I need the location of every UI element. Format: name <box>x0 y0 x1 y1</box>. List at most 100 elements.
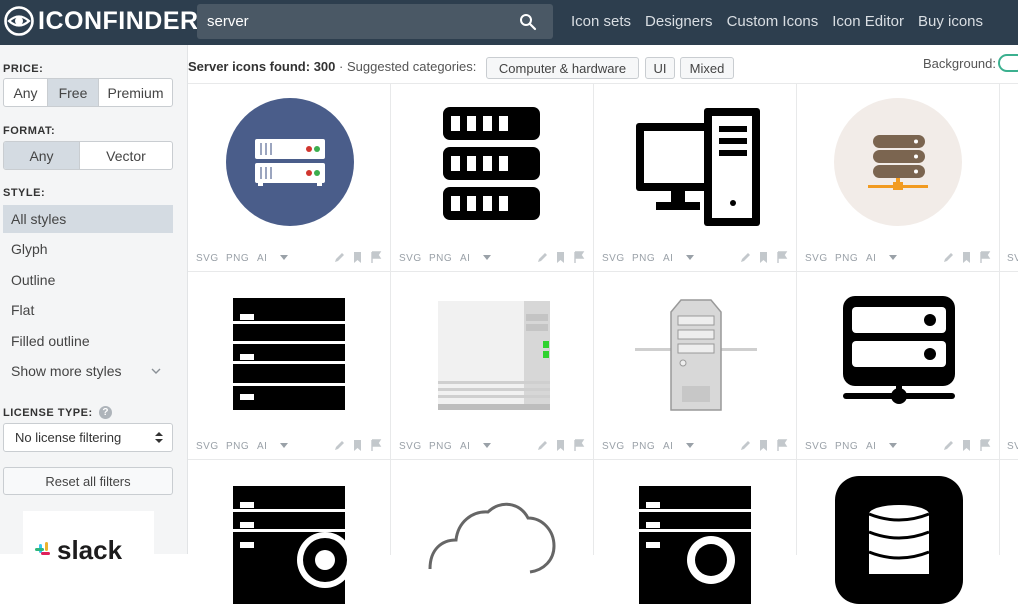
nav-icon-sets[interactable]: Icon sets <box>571 13 631 30</box>
edit-icon[interactable] <box>739 439 752 452</box>
icon-card[interactable]: SVG PNG AI <box>594 84 797 272</box>
style-outline[interactable]: Outline <box>3 266 173 294</box>
icon-card[interactable]: SVG PNG AI <box>188 272 391 460</box>
category-ui[interactable]: UI <box>645 57 675 79</box>
bookmark-icon[interactable] <box>757 251 770 264</box>
price-free-option[interactable]: Free <box>48 79 99 106</box>
logo[interactable]: ICONFINDER <box>4 6 199 36</box>
help-icon[interactable]: ? <box>99 406 113 419</box>
category-mixed[interactable]: Mixed <box>680 57 734 79</box>
background-toggle[interactable] <box>998 54 1018 72</box>
ai-download[interactable]: AI <box>257 253 267 264</box>
ai-download[interactable]: AI <box>663 441 673 452</box>
format-any-option[interactable]: Any <box>4 142 80 169</box>
icon-card[interactable]: SVG PNG AI <box>188 84 391 272</box>
svg-download[interactable]: SVG <box>602 253 625 264</box>
nav-icon-editor[interactable]: Icon Editor <box>832 13 904 30</box>
edit-icon[interactable] <box>739 251 752 264</box>
edit-icon[interactable] <box>333 439 346 452</box>
bookmark-icon[interactable] <box>960 439 973 452</box>
ai-download[interactable]: AI <box>257 441 267 452</box>
reset-filters-button[interactable]: Reset all filters <box>3 467 173 495</box>
style-glyph[interactable]: Glyph <box>3 235 173 263</box>
edit-icon[interactable] <box>333 251 346 264</box>
flag-icon[interactable] <box>370 439 383 452</box>
caret-down-icon[interactable] <box>483 255 491 261</box>
png-download[interactable]: PNG <box>429 441 452 452</box>
price-premium-option[interactable]: Premium <box>99 79 172 106</box>
icon-card[interactable] <box>797 460 1000 604</box>
price-any-option[interactable]: Any <box>4 79 48 106</box>
icon-card[interactable]: SVG PNG AI <box>391 84 594 272</box>
svg-download[interactable]: SVG <box>399 253 422 264</box>
caret-down-icon[interactable] <box>889 443 897 449</box>
icon-card[interactable] <box>391 460 594 574</box>
icon-card[interactable]: SVG PNG AI <box>594 272 797 460</box>
flag-icon[interactable] <box>979 439 992 452</box>
license-select[interactable]: No license filtering <box>3 423 173 452</box>
svg-download[interactable]: SVG <box>1007 441 1018 452</box>
ai-download[interactable]: AI <box>663 253 673 264</box>
edit-icon[interactable] <box>536 439 549 452</box>
search-icon[interactable] <box>519 13 537 31</box>
flag-icon[interactable] <box>573 439 586 452</box>
caret-down-icon[interactable] <box>686 255 694 261</box>
nav-buy-icons[interactable]: Buy icons <box>918 13 983 30</box>
search-input[interactable] <box>207 10 507 33</box>
svg-download[interactable]: SVG <box>399 441 422 452</box>
ai-download[interactable]: AI <box>866 441 876 452</box>
edit-icon[interactable] <box>942 251 955 264</box>
png-download[interactable]: PNG <box>835 253 858 264</box>
caret-down-icon[interactable] <box>280 443 288 449</box>
flag-icon[interactable] <box>979 251 992 264</box>
bookmark-icon[interactable] <box>554 439 567 452</box>
flag-icon[interactable] <box>370 251 383 264</box>
nav-designers[interactable]: Designers <box>645 13 713 30</box>
search-box[interactable] <box>197 4 553 39</box>
svg-download[interactable]: SVG <box>196 441 219 452</box>
caret-down-icon[interactable] <box>686 443 694 449</box>
ai-download[interactable]: AI <box>460 253 470 264</box>
png-download[interactable]: PNG <box>226 441 249 452</box>
svg-download[interactable]: SVG <box>805 441 828 452</box>
icon-card[interactable]: SVG PNG AI <box>391 272 594 460</box>
bookmark-icon[interactable] <box>554 251 567 264</box>
icon-card[interactable] <box>594 460 797 604</box>
png-download[interactable]: PNG <box>632 253 655 264</box>
svg-download[interactable]: SVG <box>196 253 219 264</box>
format-vector-option[interactable]: Vector <box>80 142 172 169</box>
png-download[interactable]: PNG <box>429 253 452 264</box>
png-download[interactable]: PNG <box>632 441 655 452</box>
ai-download[interactable]: AI <box>866 253 876 264</box>
style-all[interactable]: All styles <box>3 205 173 233</box>
bookmark-icon[interactable] <box>351 251 364 264</box>
category-computer-hardware[interactable]: Computer & hardware <box>486 57 639 79</box>
edit-icon[interactable] <box>942 439 955 452</box>
svg-download[interactable]: SVG <box>805 253 828 264</box>
flag-icon[interactable] <box>776 251 789 264</box>
style-filled-outline[interactable]: Filled outline <box>3 327 173 355</box>
style-flat[interactable]: Flat <box>3 296 173 324</box>
icon-card-partial[interactable]: SVG <box>1000 84 1018 272</box>
icon-card[interactable]: SVG PNG AI <box>797 84 1000 272</box>
bookmark-icon[interactable] <box>351 439 364 452</box>
caret-down-icon[interactable] <box>280 255 288 261</box>
bookmark-icon[interactable] <box>960 251 973 264</box>
icon-card-partial[interactable] <box>1000 460 1018 555</box>
svg-download[interactable]: SVG <box>602 441 625 452</box>
ai-download[interactable]: AI <box>460 441 470 452</box>
edit-icon[interactable] <box>536 251 549 264</box>
caret-down-icon[interactable] <box>483 443 491 449</box>
flag-icon[interactable] <box>776 439 789 452</box>
icon-card[interactable]: SVG PNG AI <box>797 272 1000 460</box>
flag-icon[interactable] <box>573 251 586 264</box>
svg-download[interactable]: SVG <box>1007 253 1018 264</box>
icon-card-partial[interactable]: SVG <box>1000 272 1018 460</box>
png-download[interactable]: PNG <box>835 441 858 452</box>
png-download[interactable]: PNG <box>226 253 249 264</box>
nav-custom-icons[interactable]: Custom Icons <box>727 13 819 30</box>
bookmark-icon[interactable] <box>757 439 770 452</box>
caret-down-icon[interactable] <box>889 255 897 261</box>
icon-card[interactable] <box>188 460 391 604</box>
show-more-styles[interactable]: Show more styles <box>3 357 173 385</box>
